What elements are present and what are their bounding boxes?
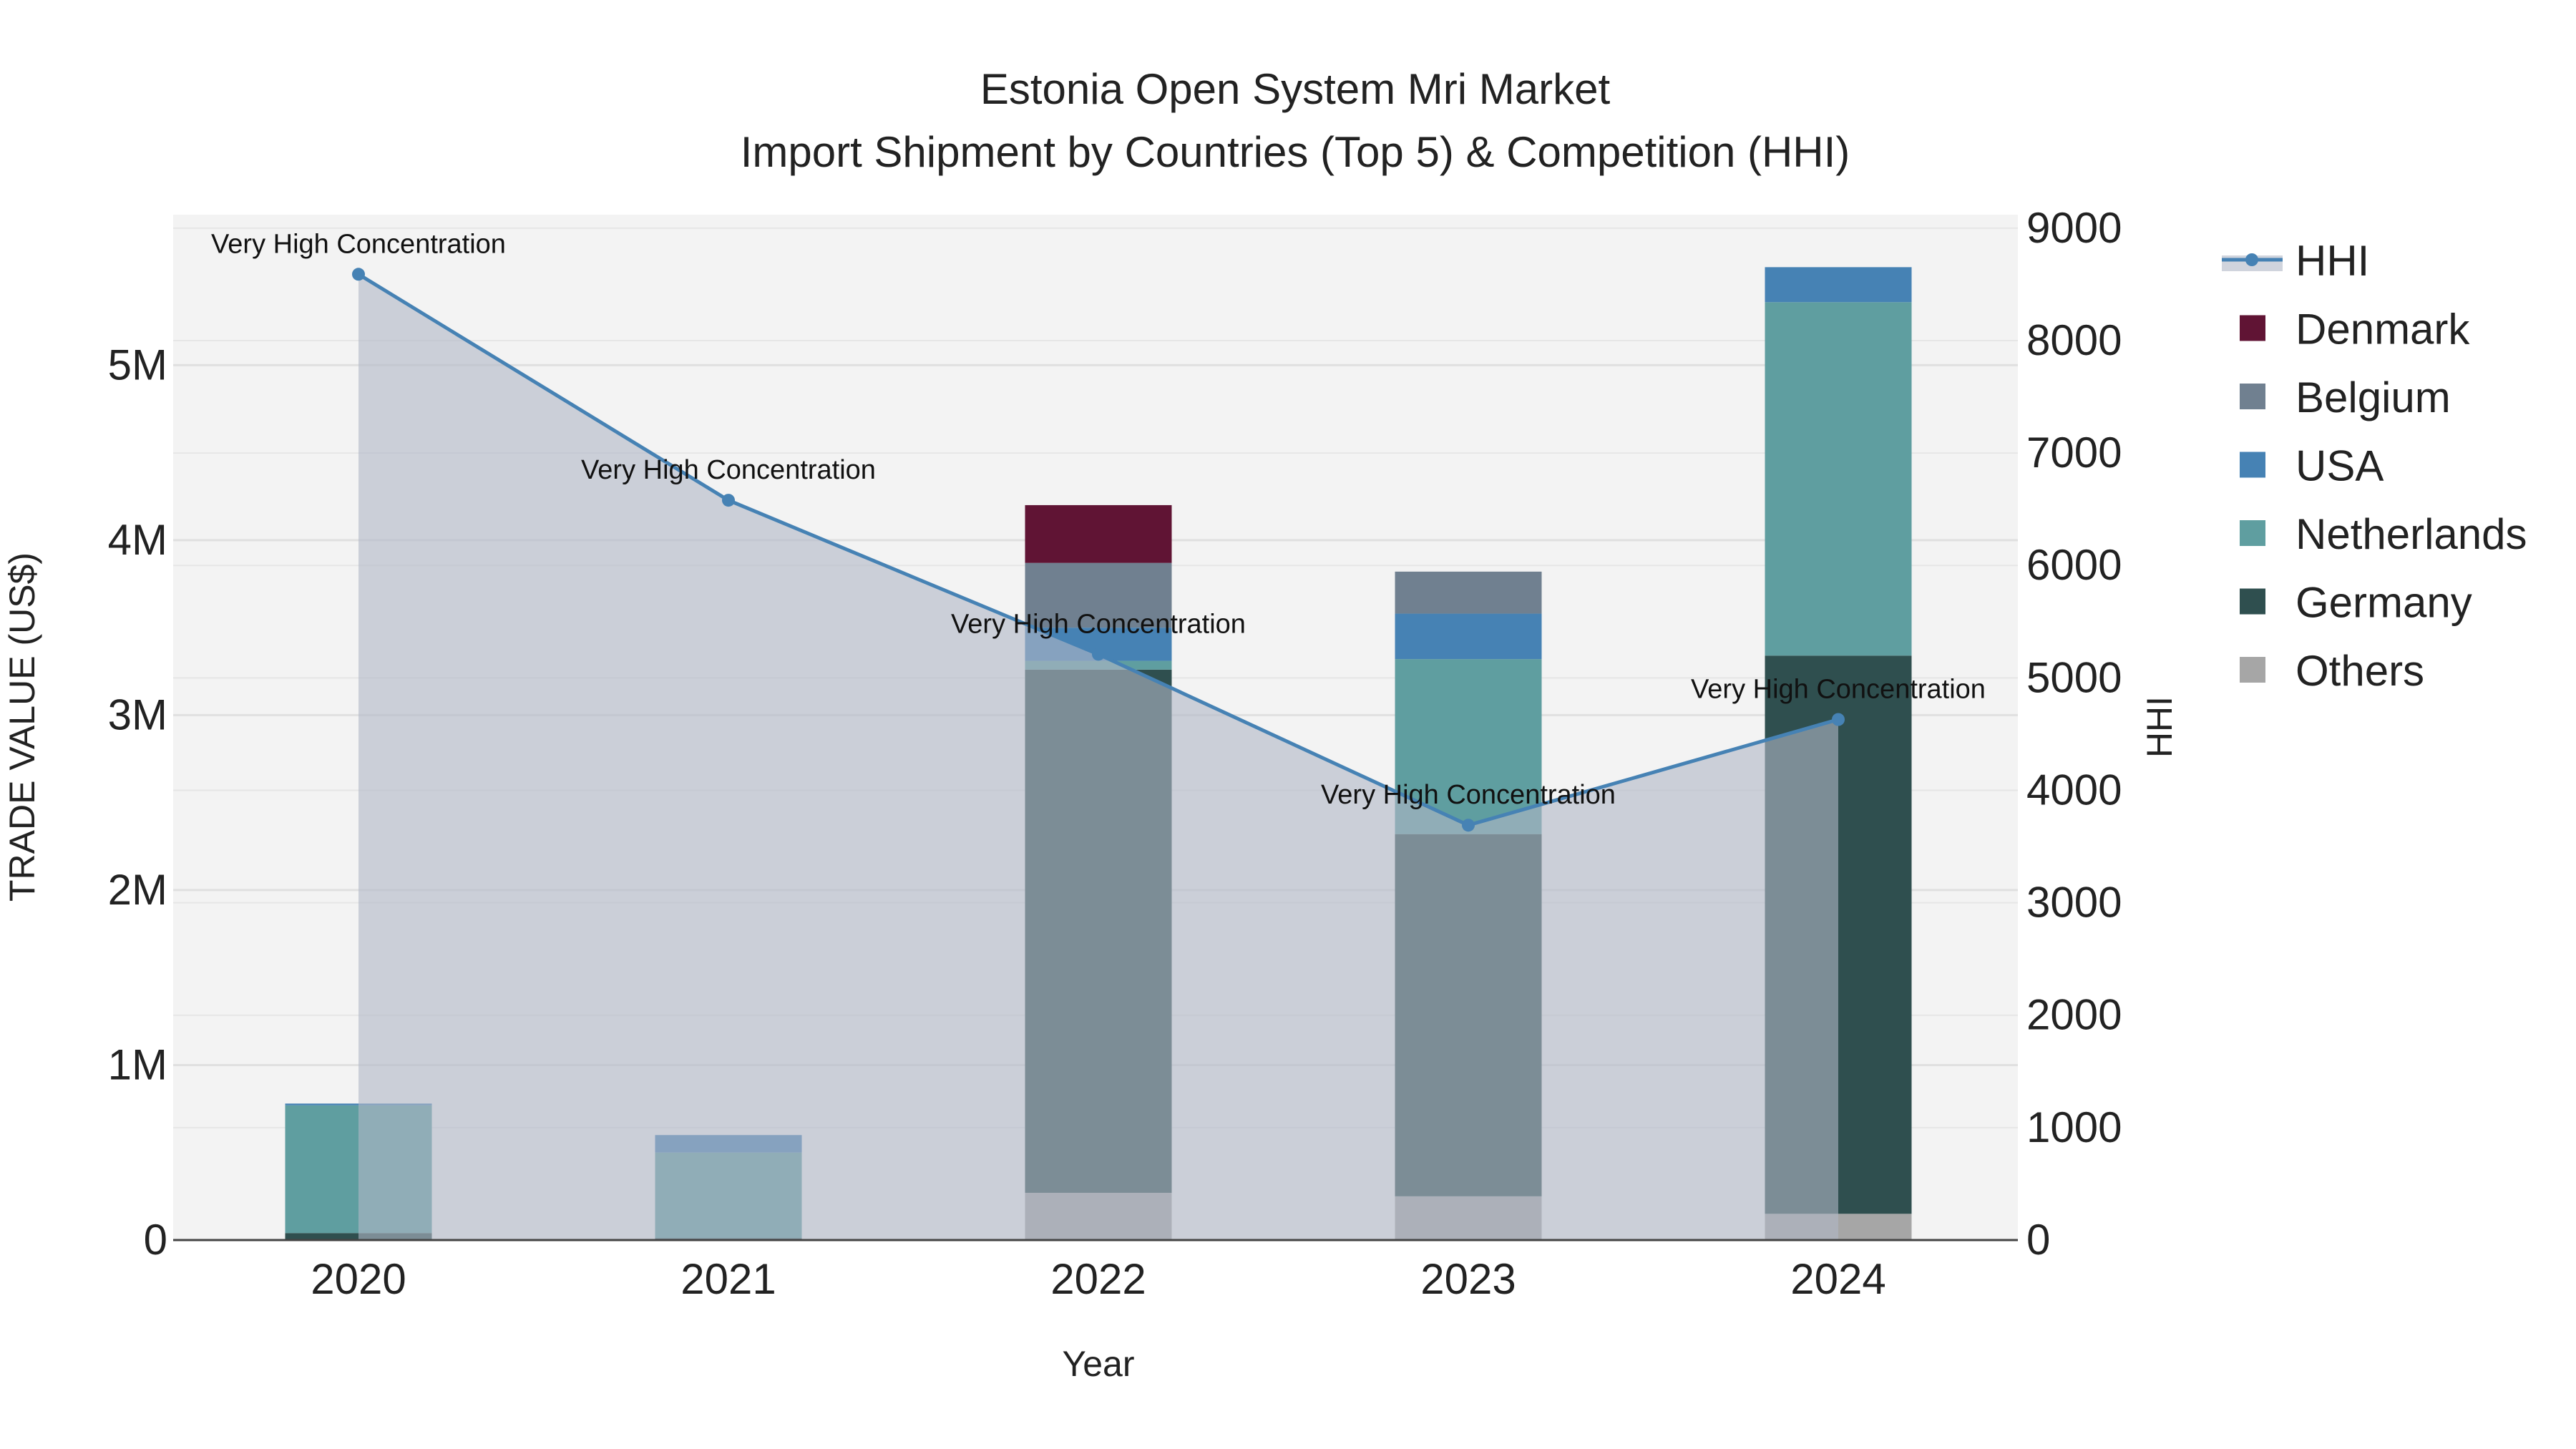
legend-label-belgium: Belgium — [2296, 374, 2451, 421]
y-tick-label: 2M — [108, 866, 167, 914]
chart: Very High Concentration Very High Concent… — [2, 65, 2527, 1384]
y-tick-label: 1M — [108, 1040, 167, 1088]
y2-axis-ticks: 0 1000 2000 3000 4000 5000 6000 7000 8000 9000 — [2026, 204, 2122, 1264]
y2-tick-label: 9000 — [2026, 204, 2122, 252]
y2-tick-label: 0 — [2026, 1216, 2050, 1264]
y2-tick-label: 5000 — [2026, 653, 2122, 701]
y-tick-label: 4M — [108, 516, 167, 564]
y-tick-label: 0 — [144, 1216, 167, 1264]
hhi-point — [1832, 713, 1845, 726]
chart-title: Estonia Open System Mri Market — [980, 65, 1611, 113]
x-tick-label: 2024 — [1790, 1255, 1885, 1303]
y2-tick-label: 2000 — [2026, 991, 2122, 1039]
y2-tick-label: 8000 — [2026, 316, 2122, 364]
x-tick-label: 2023 — [1420, 1255, 1516, 1303]
y2-tick-label: 6000 — [2026, 541, 2122, 589]
hhi-point — [352, 268, 365, 281]
legend: HHI Denmark Belgium USA Netherlands Germany Ot… — [2222, 237, 2527, 695]
legend-swatch-belgium — [2240, 384, 2265, 409]
legend-swatch-netherlands — [2240, 520, 2265, 546]
bar-belgium — [1395, 571, 1542, 614]
legend-label-others: Others — [2296, 647, 2424, 695]
hhi-point — [1462, 819, 1475, 832]
x-axis-label: Year — [1062, 1344, 1134, 1384]
hhi-point — [722, 494, 735, 507]
y2-tick-label: 3000 — [2026, 879, 2122, 927]
hhi-annotation: Very High Concentration — [951, 609, 1246, 639]
x-tick-label: 2021 — [680, 1255, 776, 1303]
legend-swatch-denmark — [2240, 315, 2265, 341]
legend-label-denmark: Denmark — [2296, 306, 2470, 353]
y2-tick-label: 4000 — [2026, 766, 2122, 814]
bar-netherlands — [1765, 302, 1912, 656]
y-tick-label: 5M — [108, 341, 167, 389]
chart-subtitle: Import Shipment by Countries (Top 5) & C… — [741, 128, 1850, 176]
legend-swatch-usa — [2240, 452, 2265, 478]
bar-usa — [1395, 613, 1542, 660]
y2-tick-label: 7000 — [2026, 429, 2122, 477]
x-tick-label: 2022 — [1050, 1255, 1146, 1303]
y2-axis-label: HHI — [2140, 696, 2180, 758]
y-tick-label: 3M — [108, 691, 167, 738]
legend-swatch-hhi-marker — [2245, 253, 2258, 266]
legend-label-hhi: HHI — [2296, 237, 2369, 285]
legend-label-germany: Germany — [2296, 579, 2472, 627]
y-axis-ticks: 0 1M 2M 3M 4M 5M — [108, 341, 167, 1264]
hhi-point — [1092, 648, 1105, 661]
legend-swatch-others — [2240, 657, 2265, 683]
hhi-annotation: Very High Concentration — [581, 455, 876, 485]
legend-label-usa: USA — [2296, 442, 2384, 490]
legend-swatch-germany — [2240, 588, 2265, 615]
legend-label-netherlands: Netherlands — [2296, 510, 2527, 558]
x-tick-label: 2020 — [311, 1255, 406, 1303]
y-axis-label: TRADE VALUE (US$) — [2, 552, 42, 902]
hhi-annotation: Very High Concentration — [1691, 675, 1986, 705]
x-axis-ticks: 2020 2021 2022 2023 2024 — [311, 1255, 1885, 1303]
hhi-annotation: Very High Concentration — [211, 229, 506, 259]
hhi-annotation: Very High Concentration — [1321, 780, 1616, 810]
y2-tick-label: 1000 — [2026, 1103, 2122, 1151]
bar-usa — [1765, 267, 1912, 303]
bar-denmark — [1025, 504, 1172, 563]
